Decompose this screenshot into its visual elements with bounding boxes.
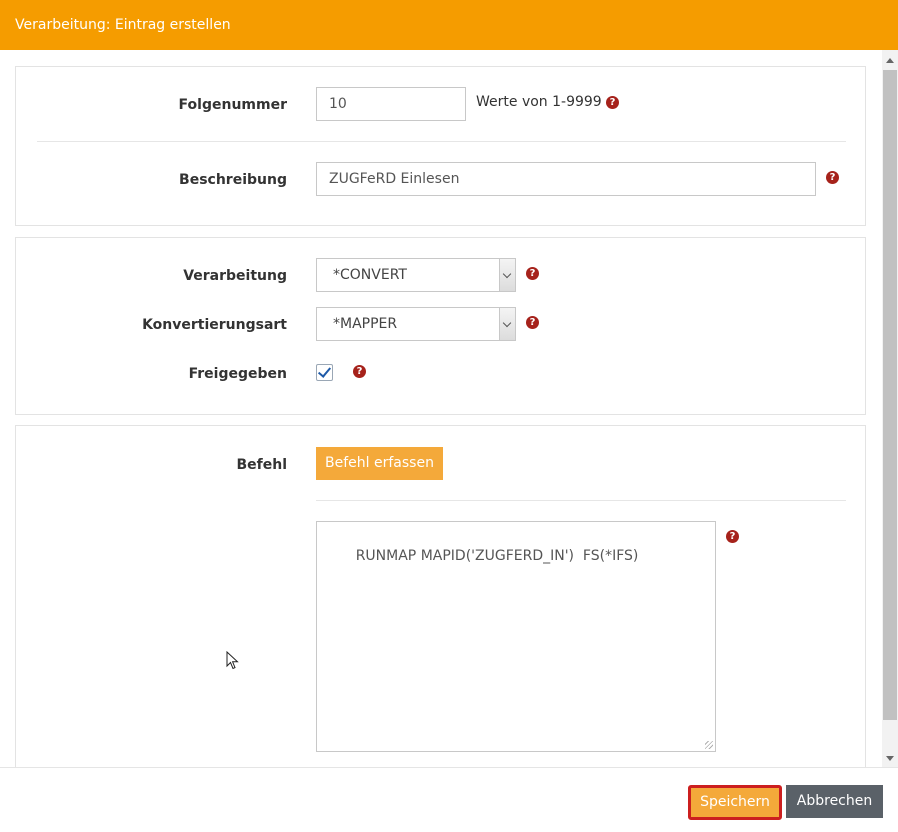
sequence-label: Folgenummer: [178, 97, 287, 113]
divider: [316, 500, 846, 501]
help-icon[interactable]: ?: [353, 365, 366, 378]
command-text: RUNMAP MAPID('ZUGFERD_IN') FS(*IFS): [355, 548, 639, 564]
help-icon[interactable]: ?: [526, 267, 539, 280]
panel-processing: Verarbeitung *CONVERT ? Konvertierungsar…: [15, 237, 866, 415]
help-icon[interactable]: ?: [606, 96, 619, 109]
processing-selected-value: *CONVERT: [333, 267, 407, 283]
mouse-cursor-icon: [226, 651, 239, 670]
processing-select[interactable]: *CONVERT: [316, 258, 516, 292]
cancel-button[interactable]: Abbrechen: [786, 785, 883, 818]
command-label: Befehl: [236, 457, 287, 473]
vertical-scrollbar[interactable]: [882, 50, 898, 767]
conversion-type-select[interactable]: *MAPPER: [316, 307, 516, 341]
divider: [37, 141, 846, 142]
sequence-hint: Werte von 1-9999: [476, 94, 602, 110]
panel-general: Folgenummer 10 Werte von 1-9999 ? Beschr…: [15, 66, 866, 226]
help-icon[interactable]: ?: [826, 171, 839, 184]
sequence-input[interactable]: 10: [316, 87, 466, 121]
processing-label: Verarbeitung: [183, 268, 287, 284]
resize-handle-icon[interactable]: [705, 741, 713, 749]
panel-command: Befehl Befehl erfassen RUNMAP MAPID('ZUG…: [15, 425, 866, 767]
description-input[interactable]: ZUGFeRD Einlesen: [316, 162, 816, 196]
released-checkbox[interactable]: [316, 364, 333, 381]
capture-command-button[interactable]: Befehl erfassen: [316, 447, 443, 480]
conversion-type-selected-value: *MAPPER: [333, 316, 398, 332]
description-label: Beschreibung: [179, 172, 287, 188]
scroll-down-icon[interactable]: [886, 756, 894, 761]
chevron-down-icon: [499, 259, 515, 291]
scrollbar-thumb[interactable]: [883, 70, 897, 720]
command-textarea[interactable]: RUNMAP MAPID('ZUGFERD_IN') FS(*IFS): [316, 521, 716, 752]
help-icon[interactable]: ?: [726, 530, 739, 543]
dialog-body: Folgenummer 10 Werte von 1-9999 ? Beschr…: [0, 50, 882, 767]
chevron-down-icon: [499, 308, 515, 340]
scroll-up-icon[interactable]: [886, 58, 894, 63]
conversion-type-label: Konvertierungsart: [142, 317, 287, 333]
released-label: Freigegeben: [188, 366, 287, 382]
dialog-footer: Speichern Abbrechen: [0, 767, 898, 832]
save-button[interactable]: Speichern: [688, 785, 782, 820]
help-icon[interactable]: ?: [526, 316, 539, 329]
dialog-title: Verarbeitung: Eintrag erstellen: [0, 0, 898, 50]
